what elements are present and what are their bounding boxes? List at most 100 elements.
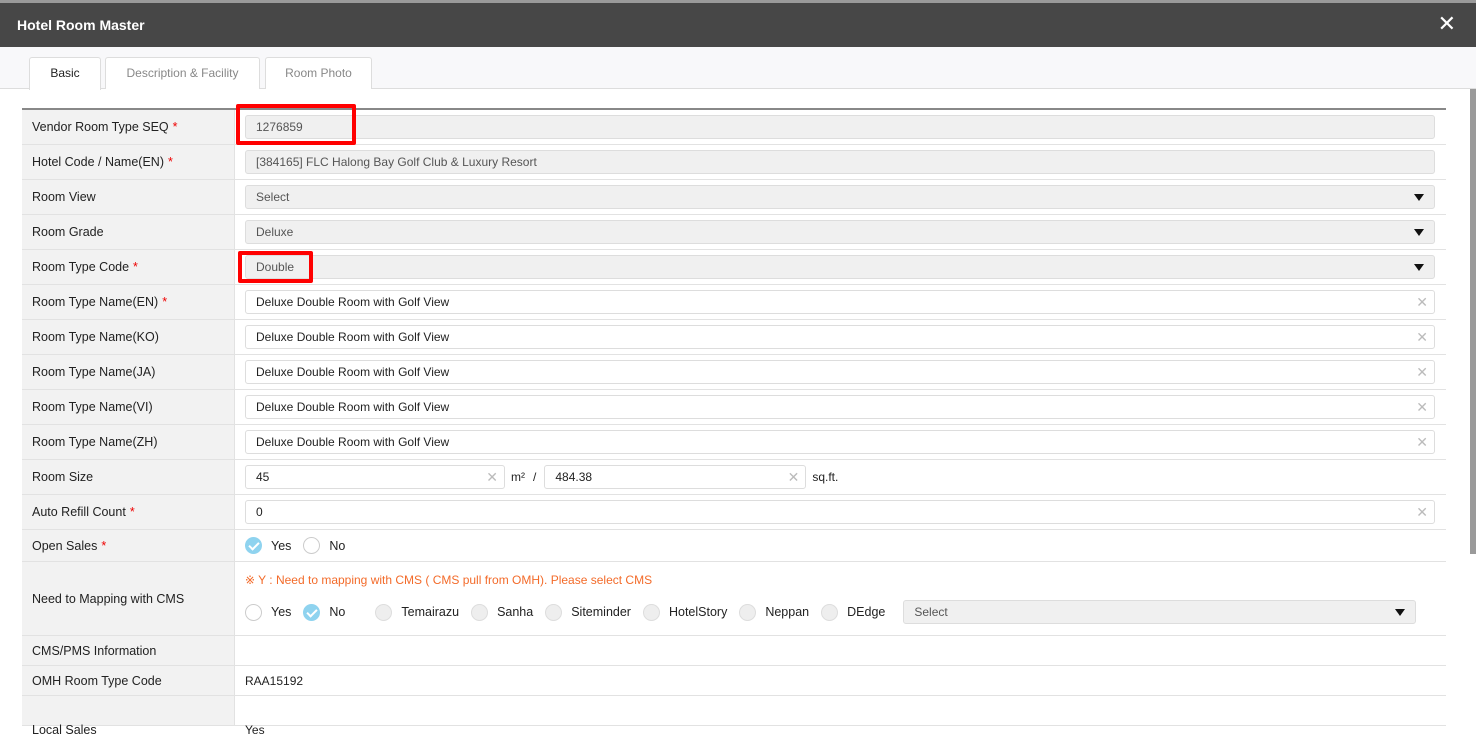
chevron-down-icon (1414, 194, 1424, 201)
tab-basic[interactable]: Basic (29, 57, 101, 90)
radio-label: Neppan (765, 605, 810, 619)
name-en-input[interactable]: Deluxe Double Room with Golf View ✕ (245, 290, 1435, 314)
cms-neppan-radio[interactable] (739, 603, 757, 621)
sqft-unit: sq.ft. (812, 470, 839, 484)
required-mark: * (162, 295, 168, 309)
row-room-type-code: Room Type Code * Double (22, 250, 1446, 285)
row-omh-code: OMH Room Type Code RAA15192 (22, 666, 1446, 696)
chevron-down-icon (1414, 264, 1424, 271)
radio-label: Temairazu (401, 605, 460, 619)
m2-unit: m² (511, 470, 525, 484)
row-room-grade: Room Grade Deluxe (22, 215, 1446, 250)
cms-dedge-radio[interactable] (821, 603, 839, 621)
label: Room Type Code (32, 260, 130, 274)
input-value: 45 (256, 470, 270, 484)
hotel-input[interactable]: [384165] FLC Halong Bay Golf Club & Luxu… (245, 150, 1435, 174)
cms-select[interactable]: Select (903, 600, 1417, 624)
row-hotel: Hotel Code / Name(EN) * [384165] FLC Halo… (22, 145, 1446, 180)
input-value: 484.38 (555, 470, 593, 484)
required-mark: * (133, 260, 138, 274)
input-value: Deluxe Double Room with Golf View (256, 435, 450, 449)
label: Room Type Name(JA) (32, 365, 156, 379)
chevron-down-icon (1414, 229, 1424, 236)
tab-room-photo[interactable]: Room Photo (265, 57, 372, 89)
clear-icon[interactable]: ✕ (1416, 329, 1428, 346)
auto-refill-input[interactable]: 0 ✕ (245, 500, 1435, 524)
row-name-ko: Room Type Name(KO) Deluxe Double Room wi… (22, 320, 1446, 355)
row-cms-pms: CMS/PMS Information (22, 636, 1446, 666)
row-auto-refill: Auto Refill Count * 0 ✕ (22, 495, 1446, 530)
radio-label: No (329, 605, 346, 619)
label: Need to Mapping with CMS (32, 591, 185, 606)
radio-label: Yes (271, 605, 292, 619)
label: Vendor Room Type SEQ (32, 120, 169, 134)
room-type-code-select[interactable]: Double (245, 255, 1435, 279)
room-grade-select[interactable]: Deluxe (245, 220, 1435, 244)
required-mark: * (129, 505, 135, 519)
clear-icon[interactable]: ✕ (486, 469, 498, 486)
room-view-select[interactable]: Select (245, 185, 1435, 209)
label: Room Grade (32, 225, 104, 239)
cms-siteminder-radio[interactable] (545, 603, 563, 621)
label: OMH Room Type Code (32, 673, 162, 688)
row-room-view: Room View Select (22, 180, 1446, 215)
cms-yes-radio[interactable] (245, 603, 262, 621)
radio-label: HotelStory (668, 605, 728, 619)
input-value: Deluxe Double Room with Golf View (256, 400, 450, 414)
clear-icon[interactable]: ✕ (1416, 434, 1428, 451)
radio-label: DEdge (847, 605, 886, 619)
label: Room Type Name(ZH) (32, 435, 158, 449)
input-value: 0 (256, 505, 263, 519)
clear-icon[interactable]: ✕ (1416, 399, 1428, 416)
scrollbar[interactable] (1470, 89, 1476, 554)
tab-description-facility[interactable]: Description & Facility (105, 57, 260, 89)
required-mark: * (172, 120, 178, 134)
vendor-seq-input[interactable]: 1276859 (245, 115, 1435, 139)
label: Room Size (32, 470, 94, 484)
modal-header: Hotel Room Master ✕ (0, 3, 1476, 47)
open-sales-yes-radio[interactable] (245, 537, 262, 554)
input-value: Deluxe Double Room with Golf View (256, 330, 450, 344)
row-name-ja: Room Type Name(JA) Deluxe Double Room wi… (22, 355, 1446, 390)
cms-hotelstory-radio[interactable] (642, 603, 660, 621)
row-local-sales: Local Sales Yes (22, 696, 1446, 737)
name-ko-input[interactable]: Deluxe Double Room with Golf View ✕ (245, 325, 1435, 349)
room-form: Vendor Room Type SEQ * 1276859 Hotel Code… (22, 108, 1446, 737)
clear-icon[interactable]: ✕ (1416, 294, 1428, 311)
label: Open Sales (32, 538, 98, 553)
cms-temairazu-radio[interactable] (375, 603, 393, 621)
label: Auto Refill Count (32, 505, 126, 519)
close-icon[interactable]: ✕ (1438, 12, 1456, 36)
name-zh-input[interactable]: Deluxe Double Room with Golf View ✕ (245, 430, 1435, 454)
modal-title: Hotel Room Master (17, 17, 145, 33)
row-name-vi: Room Type Name(VI) Deluxe Double Room wi… (22, 390, 1446, 425)
row-open-sales: Open Sales * Yes No (22, 530, 1446, 562)
required-mark: * (101, 538, 107, 553)
radio-label: Siteminder (571, 605, 631, 619)
label: Hotel Code / Name(EN) (32, 155, 164, 169)
select-value: Select (256, 190, 290, 204)
row-cms-mapping: Need to Mapping with CMS ※ Y : Need to m… (22, 562, 1446, 636)
highlight-box (236, 104, 356, 145)
clear-icon[interactable]: ✕ (1416, 364, 1428, 381)
cms-no-radio[interactable] (303, 603, 321, 621)
cms-note: ※ Y : Need to mapping with CMS ( CMS pul… (245, 573, 653, 587)
room-size-m2-input[interactable]: 45 ✕ (245, 465, 505, 489)
clear-icon[interactable]: ✕ (788, 469, 800, 486)
required-mark: * (168, 155, 173, 169)
open-sales-no-radio[interactable] (303, 537, 321, 554)
select-value: Deluxe (256, 225, 294, 239)
clear-icon[interactable]: ✕ (1416, 504, 1428, 521)
room-size-sqft-input[interactable]: 484.38 ✕ (544, 465, 807, 489)
label: Room View (32, 190, 96, 204)
radio-label: No (329, 538, 346, 553)
input-value: Deluxe Double Room with Golf View (256, 365, 450, 379)
name-vi-input[interactable]: Deluxe Double Room with Golf View ✕ (245, 395, 1435, 419)
row-name-zh: Room Type Name(ZH) Deluxe Double Room wi… (22, 425, 1446, 460)
cms-sanha-radio[interactable] (471, 603, 489, 621)
label: CMS/PMS Information (32, 643, 157, 658)
label: Room Type Name(EN) (32, 295, 159, 309)
name-ja-input[interactable]: Deluxe Double Room with Golf View ✕ (245, 360, 1435, 384)
row-name-en: Room Type Name(EN) * Deluxe Double Room w… (22, 285, 1446, 320)
label: Room Type Name(VI) (32, 400, 153, 414)
